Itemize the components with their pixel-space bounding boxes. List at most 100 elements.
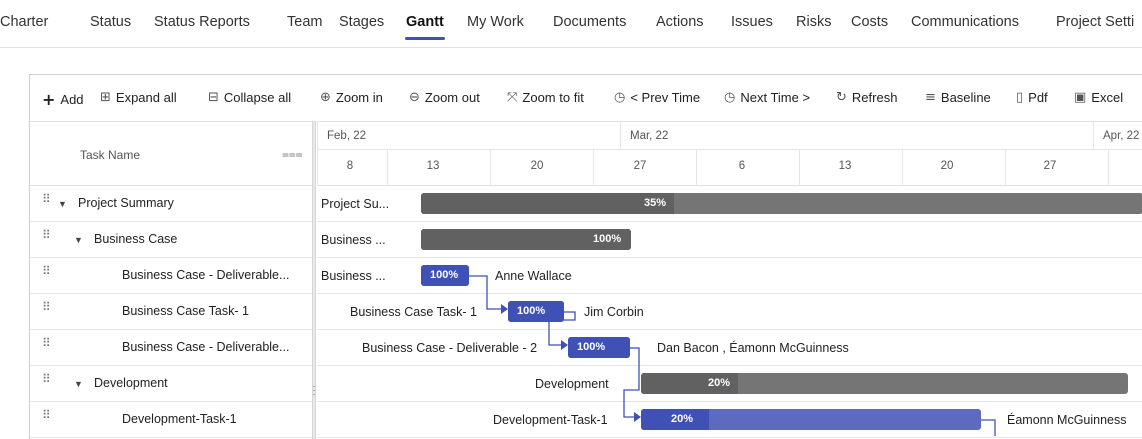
week-label: 13 (426, 160, 440, 172)
week-divider (799, 150, 800, 186)
week-divider (593, 150, 594, 186)
refresh-button[interactable]: ↻ Refresh (836, 90, 897, 105)
bar-left-label: Project Su... (321, 197, 390, 211)
progress-percent: 100% (430, 269, 459, 281)
task-row[interactable]: ⠿ ▼ Business Case (30, 222, 312, 258)
refresh-icon: ↻ (836, 90, 847, 105)
task-grid-header: Task Name ⩶ (30, 122, 312, 186)
summary-bar[interactable]: 35% (421, 193, 1142, 214)
tab-risks[interactable]: Risks (796, 14, 831, 30)
week-label: 13 (838, 160, 852, 172)
week-label: 20 (530, 160, 544, 172)
task-name: Business Case - Deliverable... (122, 268, 290, 282)
active-tab-indicator (405, 37, 445, 40)
week-divider (902, 150, 903, 186)
bar-left-label: Business Case - Deliverable - 2 (362, 341, 538, 355)
month-label: Apr, 22 (1103, 130, 1140, 142)
tab-status[interactable]: Status (90, 14, 131, 30)
drag-handle-icon[interactable]: ⠿ (42, 373, 51, 385)
week-divider (490, 150, 491, 186)
tab-costs[interactable]: Costs (851, 14, 888, 30)
resource-name: Anne Wallace (495, 269, 572, 283)
clock-icon: ◷ (724, 90, 736, 105)
tab-communications[interactable]: Communications (911, 14, 1019, 30)
task-row[interactable]: ⠿ Business Case - Deliverable... (30, 258, 312, 294)
tab-stages[interactable]: Stages (339, 14, 384, 30)
progress-percent: 20% (671, 413, 694, 425)
gantt-row: Development 20% (317, 366, 1142, 402)
task-name-column-header[interactable]: Task Name (80, 148, 140, 162)
drag-handle-icon[interactable]: ⠿ (42, 193, 51, 205)
collapse-caret-icon[interactable]: ▼ (74, 235, 83, 245)
task-bar[interactable]: 20% (641, 409, 981, 430)
gantt-toolbar: + Add ⊞ Expand all ⊟ Collapse all ⊕ Zoom in … (30, 75, 1142, 121)
baseline-button[interactable]: ≡ Baseline (925, 90, 991, 105)
next-time-button[interactable]: ◷ Next Time > (724, 90, 810, 105)
task-row[interactable]: ⠿ ▼ Development (30, 366, 312, 402)
resource-name: Dan Bacon , Éamonn McGuinness (657, 341, 849, 355)
month-label: Mar, 22 (630, 130, 669, 142)
pdf-export-button[interactable]: ▯ Pdf (1016, 90, 1048, 105)
tab-actions[interactable]: Actions (656, 14, 704, 30)
tab-issues[interactable]: Issues (731, 14, 773, 30)
excel-export-button[interactable]: ▣ Excel (1074, 90, 1123, 105)
task-row[interactable]: ⠿ Development-Task-1 (30, 402, 312, 438)
month-divider (620, 122, 621, 150)
summary-bar[interactable]: 20% (641, 373, 1128, 394)
tab-project-setti[interactable]: Project Setti (1056, 14, 1134, 30)
task-bar[interactable]: 100% (508, 301, 564, 322)
drag-handle-icon[interactable]: ⠿ (42, 301, 51, 313)
tab-my-work[interactable]: My Work (467, 14, 524, 30)
drag-handle-icon[interactable]: ⠿ (42, 409, 51, 421)
drag-handle-icon[interactable]: ⠿ (42, 265, 51, 277)
week-label: 20 (940, 160, 954, 172)
resource-name: Jim Corbin (584, 305, 644, 319)
drag-handle-icon[interactable]: ⠿ (42, 337, 51, 349)
progress-percent: 100% (593, 233, 622, 245)
bar-left-label: Business Case Task- 1 (350, 305, 477, 319)
zoom-fit-icon: ⤧ (507, 90, 518, 105)
plus-icon: + (42, 90, 56, 109)
task-name: Business Case - Deliverable... (122, 340, 290, 354)
week-label: 27 (633, 160, 647, 172)
collapse-all-button[interactable]: ⊟ Collapse all (208, 90, 291, 105)
task-bar[interactable]: 100% (568, 337, 630, 358)
expand-all-button[interactable]: ⊞ Expand all (100, 90, 177, 105)
tab-charter[interactable]: Charter (0, 14, 48, 30)
zoom-to-fit-button[interactable]: ⤧ Zoom to fit (507, 90, 584, 105)
filter-icon[interactable]: ⩶ (282, 147, 303, 162)
task-row[interactable]: ⠿ ▼ Project Summary (30, 186, 312, 222)
expand-all-icon: ⊞ (100, 90, 111, 105)
timeline-weeks: 8 13 20 27 6 13 20 27 (317, 150, 1142, 186)
gantt-row: Business Case - Deliverable - 2 100% Dan B… (317, 330, 1142, 366)
task-name: Business Case (94, 232, 178, 246)
gantt-panel: + Add ⊞ Expand all ⊟ Collapse all ⊕ Zoom in … (29, 74, 1142, 439)
zoom-in-button[interactable]: ⊕ Zoom in (320, 90, 383, 105)
prev-time-button[interactable]: ◷ < Prev Time (614, 90, 700, 105)
clock-icon: ◷ (614, 90, 626, 105)
week-label: 8 (346, 160, 354, 172)
collapse-caret-icon[interactable]: ▼ (58, 199, 67, 209)
progress-fill (421, 193, 674, 214)
tab-gantt[interactable]: Gantt (406, 14, 444, 30)
tab-documents[interactable]: Documents (553, 14, 626, 30)
add-button[interactable]: + Add (42, 90, 84, 109)
collapse-all-icon: ⊟ (208, 90, 219, 105)
task-bar[interactable]: 100% (421, 265, 469, 286)
baseline-icon: ≡ (925, 90, 936, 105)
zoom-in-icon: ⊕ (320, 90, 331, 105)
progress-percent: 100% (517, 305, 546, 317)
task-row[interactable]: ⠿ Business Case Task- 1 (30, 294, 312, 330)
collapse-caret-icon[interactable]: ▼ (74, 379, 83, 389)
task-name: Development-Task-1 (122, 412, 237, 426)
tab-team[interactable]: Team (287, 14, 322, 30)
summary-bar[interactable]: 100% (421, 229, 631, 250)
progress-percent: 35% (644, 197, 667, 209)
task-name: Development (94, 376, 168, 390)
zoom-out-button[interactable]: ⊖ Zoom out (409, 90, 480, 105)
month-divider (1093, 122, 1094, 150)
drag-handle-icon[interactable]: ⠿ (42, 229, 51, 241)
task-row[interactable]: ⠿ Business Case - Deliverable... (30, 330, 312, 366)
tab-status-reports[interactable]: Status Reports (154, 14, 250, 30)
pdf-icon: ▯ (1016, 90, 1024, 105)
